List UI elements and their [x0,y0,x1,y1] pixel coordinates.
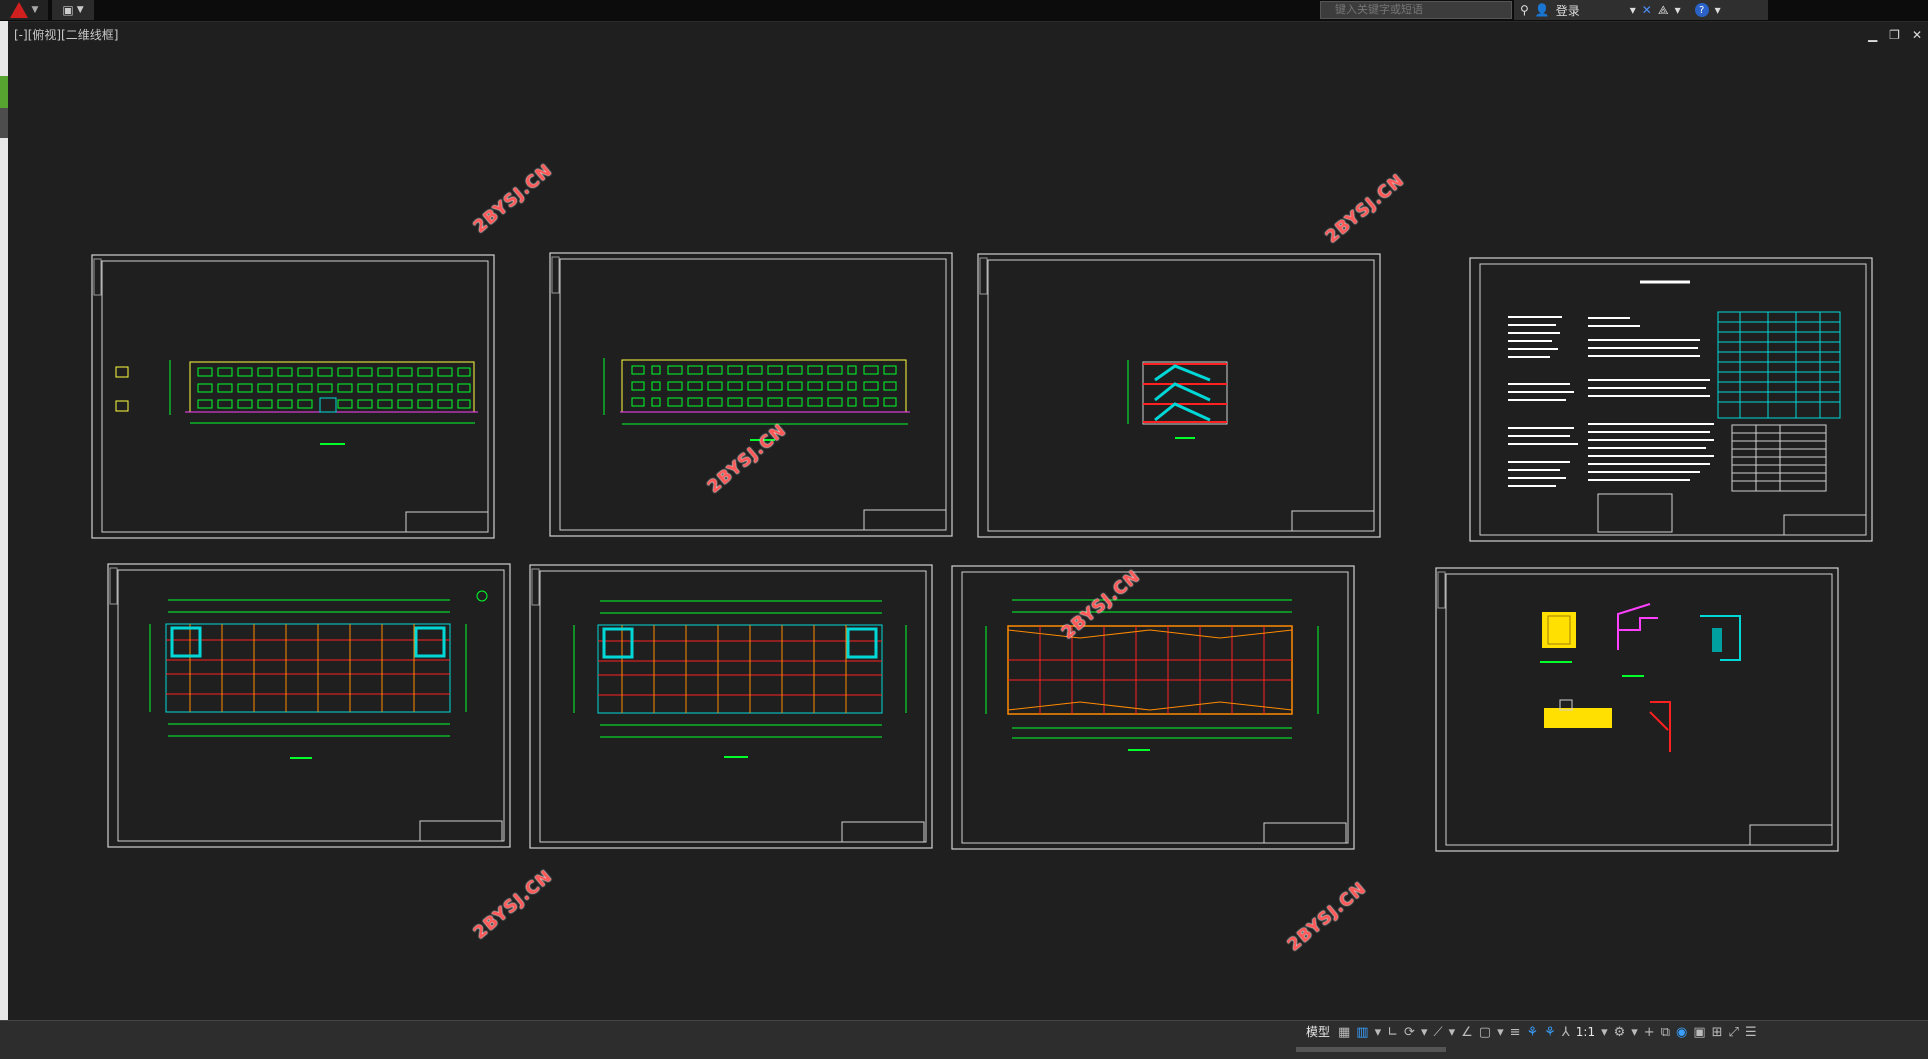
clean-screen-icon[interactable]: ⊞ [1712,1025,1723,1040]
status-toolbar: ▦ ▥ ▾ ∟ ⟳ ▾ ⟋ ▾ ∠ ▢ ▾ ≡ ⚘ ⚘ ⅄ 1:1 ▾ ⚙ ▾ … [1338,1023,1757,1041]
object-snap-icon[interactable]: ▢ [1479,1025,1491,1040]
isolate-objects-icon[interactable]: ◉ [1676,1025,1687,1040]
north-elevation-sheet [91,254,495,539]
annotation-scale-value[interactable]: 1:1 [1576,1025,1595,1039]
lineweight-icon[interactable]: ≡ [1510,1025,1521,1040]
annotation-scale-icon[interactable]: ⅄ [1562,1025,1570,1040]
roof-plan-sheet [951,565,1355,850]
object-snap-tracking-icon[interactable]: ∠ [1461,1025,1473,1040]
chevron-down-icon[interactable]: ▾ [1631,1025,1638,1040]
chevron-down-icon[interactable]: ▾ [1449,1025,1456,1040]
plus-icon[interactable]: + [1644,1025,1655,1040]
fullscreen-icon[interactable]: ⤢ [1729,1025,1739,1040]
drawing-canvas[interactable] [0,0,1928,1020]
horizontal-scrollbar[interactable] [1296,1047,1446,1052]
polar-tracking-icon[interactable]: ⟳ [1404,1025,1415,1040]
chevron-down-icon[interactable]: ▾ [1375,1025,1382,1040]
units-icon[interactable]: ⧉ [1661,1025,1670,1040]
chevron-down-icon[interactable]: ▾ [1421,1025,1428,1040]
workspace-gear-icon[interactable]: ⚙ [1614,1025,1626,1040]
details-sheet [1435,567,1839,852]
annotation-autoscale-icon[interactable]: ⚘ [1544,1025,1556,1040]
chevron-down-icon[interactable]: ▾ [1497,1025,1504,1040]
hardware-acceleration-icon[interactable]: ▣ [1693,1025,1705,1040]
section-sheet [977,253,1381,538]
isodraft-icon[interactable]: ⟋ [1433,1025,1442,1040]
south-elevation-sheet [549,252,953,537]
standard-floor-plan-sheet [529,564,933,849]
customization-menu-icon[interactable]: ☰ [1745,1025,1757,1040]
grid-icon[interactable]: ▦ [1338,1025,1350,1040]
model-space-button[interactable]: 模型 [1306,1022,1330,1042]
chevron-down-icon[interactable]: ▾ [1601,1025,1608,1040]
ortho-icon[interactable]: ∟ [1387,1025,1398,1040]
annotation-visibility-icon[interactable]: ⚘ [1527,1025,1539,1040]
elevation-drawing [115,360,478,445]
design-notes-sheet [1469,257,1873,542]
snap-icon[interactable]: ▥ [1356,1025,1368,1040]
ground-floor-plan-sheet [107,563,511,848]
